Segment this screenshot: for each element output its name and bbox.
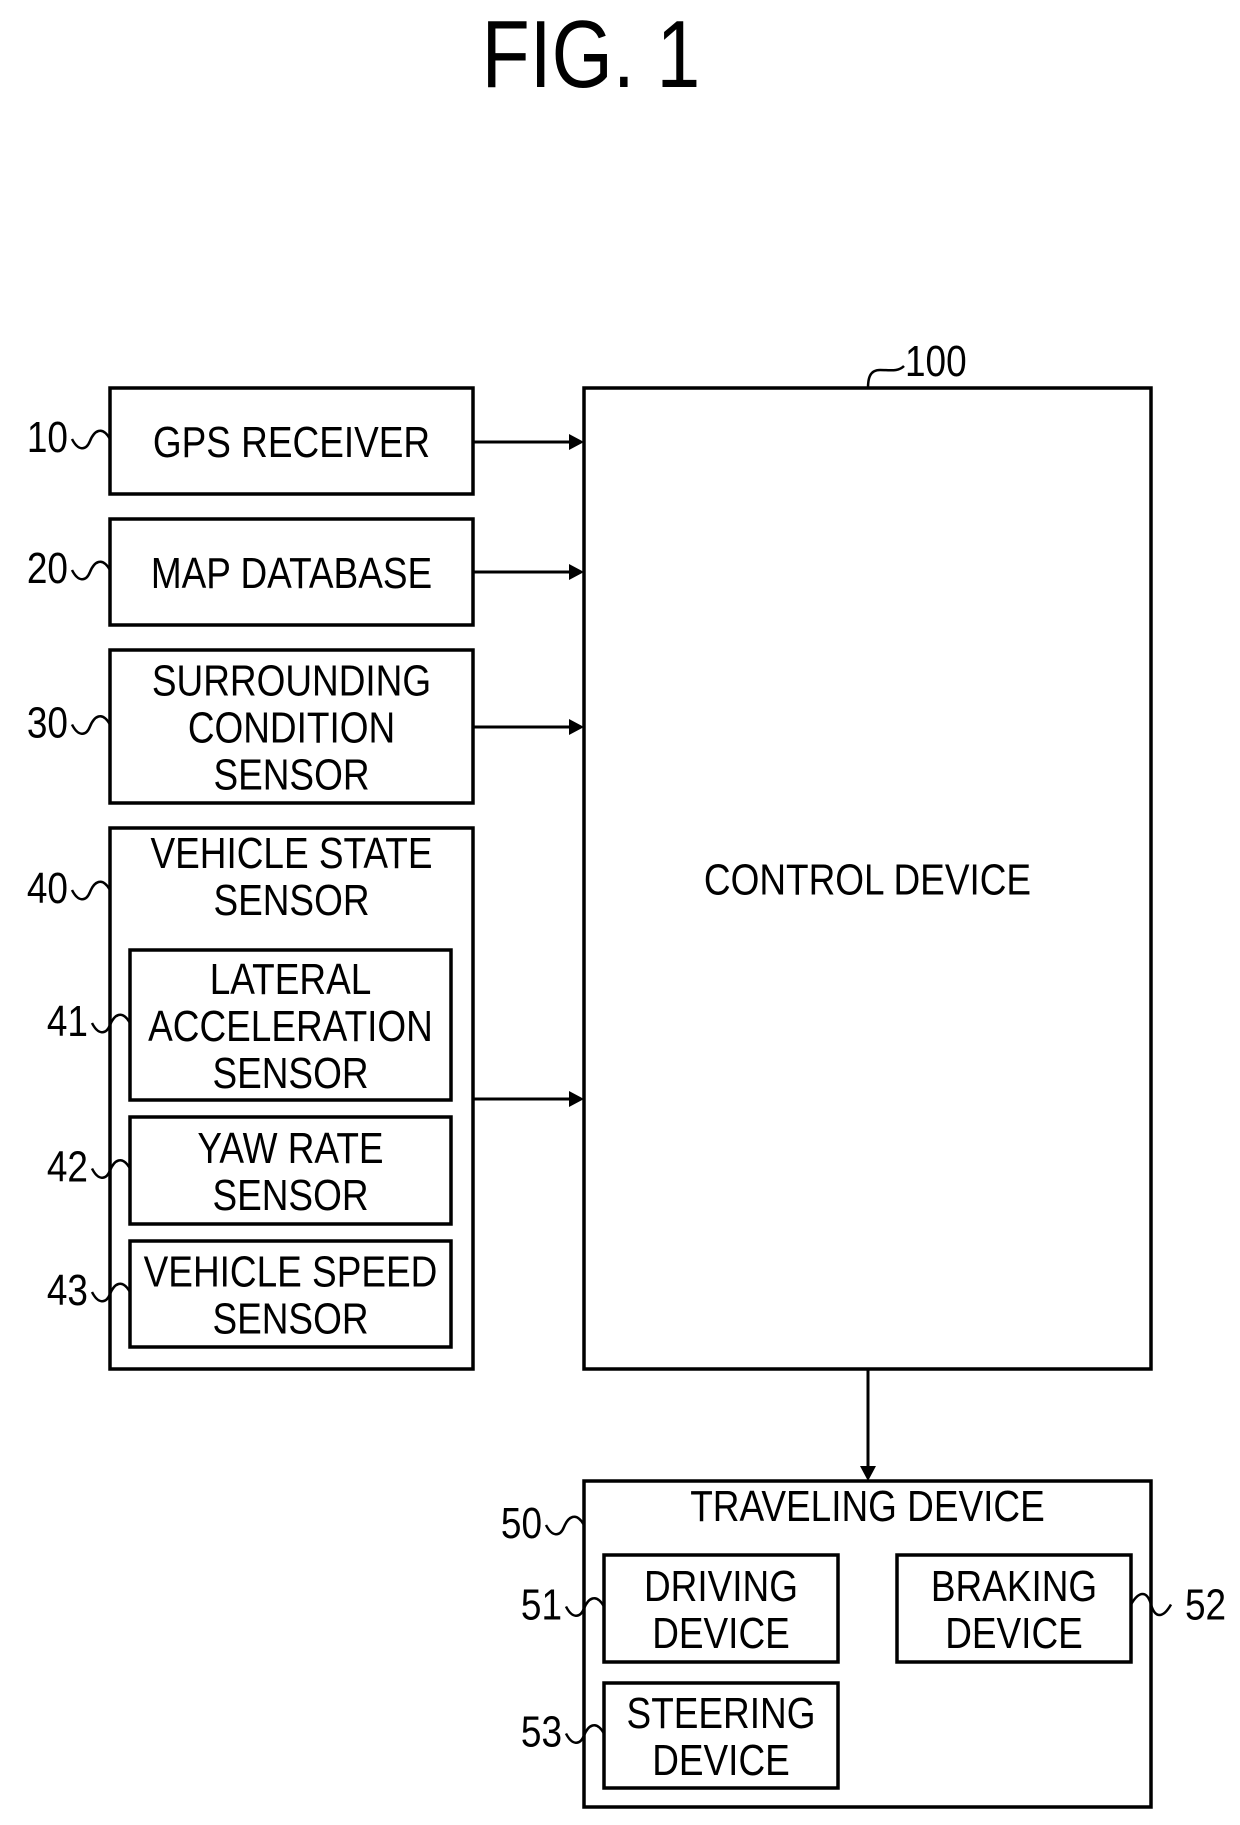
reference-numeral: 50: [501, 1498, 542, 1548]
steering-label: DEVICE: [652, 1735, 790, 1785]
reference-numeral: 43: [47, 1265, 88, 1315]
block-gps: GPS RECEIVER 10: [27, 386, 475, 496]
lateral-label: ACCELERATION: [148, 1001, 433, 1051]
block-speed: VEHICLE SPEEDSENSOR 43: [47, 1239, 453, 1349]
reference-numeral: 30: [27, 697, 68, 747]
reference-numeral: 41: [47, 996, 88, 1046]
yaw-label: YAW RATE: [197, 1123, 383, 1173]
driving-label: DEVICE: [652, 1608, 790, 1658]
block-surrounding: SURROUNDINGCONDITIONSENSOR 30: [27, 648, 475, 805]
reference-numeral: 20: [27, 543, 68, 593]
traveling-label: TRAVELING DEVICE: [690, 1481, 1045, 1531]
arrowhead-icon: [569, 719, 584, 735]
arrowhead-icon: [569, 564, 584, 580]
block-diagram: FIG. 1 GPS RECEIVER 10 MAP DATABASE 20 SURRO…: [27, 1, 1226, 1809]
leader-line-icon: [70, 880, 112, 901]
leader-line-icon: [70, 429, 112, 450]
arrowhead-icon: [569, 434, 584, 450]
reference-numeral: 10: [27, 412, 68, 462]
leader-line-icon: [70, 715, 112, 735]
block-steering: STEERINGDEVICE 53: [521, 1681, 840, 1790]
yaw-label: SENSOR: [212, 1170, 368, 1220]
block-yaw: YAW RATESENSOR 42: [47, 1115, 453, 1226]
reference-numeral: 40: [27, 863, 68, 913]
reference-numeral: 51: [521, 1579, 562, 1629]
block-lateral: LATERALACCELERATIONSENSOR 41: [47, 948, 453, 1102]
lateral-label: SENSOR: [212, 1048, 368, 1098]
reference-numeral: 53: [521, 1706, 562, 1756]
lateral-label: LATERAL: [210, 954, 372, 1004]
reference-numeral: 52: [1185, 1579, 1226, 1629]
speed-label: VEHICLE SPEED: [144, 1246, 438, 1296]
vehicle-state-label: SENSOR: [213, 875, 369, 925]
block-driving: DRIVINGDEVICE 51: [521, 1553, 840, 1664]
braking-label: BRAKING: [931, 1561, 1097, 1611]
leader-line-icon: [866, 365, 905, 389]
block-control: CONTROL DEVICE 100: [582, 336, 1153, 1371]
steering-label: STEERING: [627, 1688, 816, 1738]
surrounding-label: SENSOR: [213, 749, 369, 799]
gps-label: GPS RECEIVER: [153, 417, 430, 467]
block-braking: BRAKINGDEVICE 52: [895, 1553, 1226, 1664]
arrowhead-icon: [569, 1091, 584, 1107]
surrounding-label: CONDITION: [188, 702, 395, 752]
speed-label: SENSOR: [212, 1293, 368, 1343]
vehicle-state-label: VEHICLE STATE: [150, 828, 432, 878]
surrounding-label: SURROUNDING: [152, 655, 431, 705]
arrowhead-icon: [860, 1466, 876, 1481]
leader-line-icon: [70, 560, 112, 581]
block-map: MAP DATABASE 20: [27, 517, 475, 627]
leader-line-icon: [544, 1515, 586, 1536]
driving-label: DRIVING: [644, 1561, 798, 1611]
map-label: MAP DATABASE: [151, 548, 432, 598]
figure-title: FIG. 1: [482, 1, 701, 108]
reference-numeral: 42: [47, 1141, 88, 1191]
braking-label: DEVICE: [945, 1608, 1083, 1658]
reference-numeral: 100: [905, 336, 967, 386]
control-label: CONTROL DEVICE: [704, 854, 1031, 904]
